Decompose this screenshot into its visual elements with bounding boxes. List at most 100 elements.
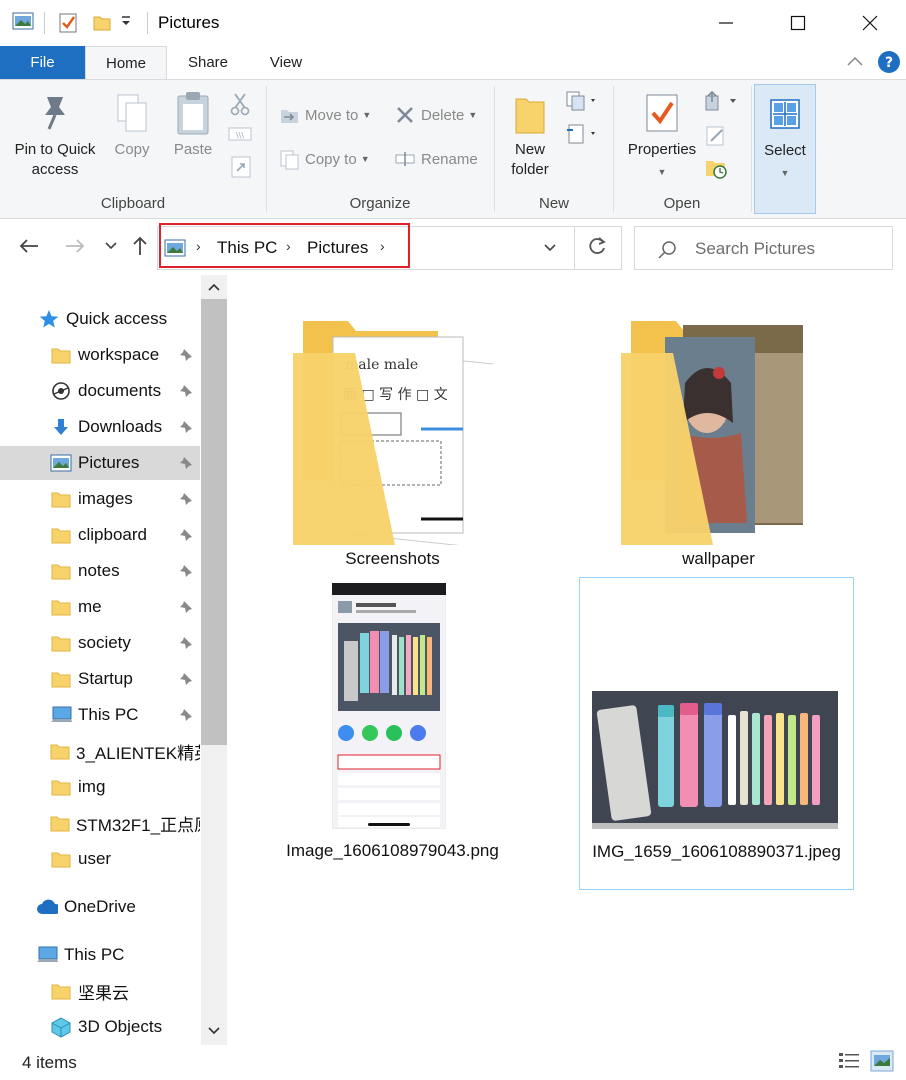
pin-icon[interactable]: [178, 671, 194, 692]
nav-item-3d-objects[interactable]: 3D Objects: [0, 1010, 200, 1044]
pin-icon[interactable]: [178, 599, 194, 620]
file-name: wallpaper: [682, 549, 755, 568]
this-pc-icon: [36, 944, 58, 966]
tab-share[interactable]: Share: [168, 46, 248, 79]
folder-icon: [50, 632, 72, 654]
nav-item-stm32f1[interactable]: STM32F1_正点原: [0, 806, 200, 840]
phone-screenshot-thumbnail: [332, 583, 446, 829]
file-item-screenshots[interactable]: male male 面 □ 写 作 □ 文 Screenshots: [255, 305, 530, 575]
nav-item-img[interactable]: img: [0, 770, 200, 804]
pin-icon[interactable]: [178, 455, 194, 476]
recent-locations-button[interactable]: [98, 233, 124, 259]
nav-item-startup[interactable]: Startup: [0, 662, 200, 696]
address-history-icon[interactable]: [543, 240, 557, 258]
help-icon[interactable]: ?: [877, 50, 901, 79]
select-button[interactable]: Select ▼: [754, 84, 816, 214]
tab-home[interactable]: Home: [85, 46, 167, 80]
nav-label: user: [78, 849, 112, 868]
properties-quick-icon[interactable]: [58, 12, 78, 39]
nav-item-images[interactable]: images: [0, 482, 200, 516]
delete-button[interactable]: Delete ▼: [393, 102, 477, 128]
copy-path-icon[interactable]: \\\: [228, 126, 252, 147]
forward-button[interactable]: [62, 233, 88, 259]
pin-icon[interactable]: [178, 491, 194, 512]
history-icon[interactable]: [704, 156, 728, 185]
nav-onedrive[interactable]: OneDrive: [0, 890, 200, 924]
nav-label: Quick access: [66, 309, 168, 328]
move-to-button[interactable]: Move to ▼: [277, 102, 371, 128]
paste-shortcut-icon[interactable]: [230, 154, 252, 183]
nav-item-jianguoyun[interactable]: 坚果云: [0, 974, 200, 1008]
minimize-button[interactable]: [690, 0, 762, 46]
pin-icon[interactable]: [178, 527, 194, 548]
pin-icon[interactable]: [178, 563, 194, 584]
large-icons-view-icon[interactable]: [870, 1050, 894, 1077]
refresh-icon[interactable]: [586, 235, 608, 263]
rename-icon: [393, 150, 417, 168]
pin-to-quick-access-button[interactable]: Pin to Quick access: [8, 86, 102, 180]
chevron-down-icon: ▼: [468, 110, 478, 120]
properties-button[interactable]: Properties ▼: [618, 86, 706, 182]
scrollbar-thumb[interactable]: [201, 299, 227, 745]
up-button[interactable]: [127, 233, 153, 259]
pin-icon[interactable]: [178, 635, 194, 656]
open-group: Properties ▼ Open: [614, 80, 750, 218]
details-view-icon[interactable]: [838, 1051, 860, 1076]
rename-button[interactable]: Rename: [393, 146, 478, 172]
folder-icon: [50, 980, 72, 1002]
nav-item-workspace[interactable]: workspace: [0, 338, 200, 372]
scroll-up-icon[interactable]: [201, 275, 227, 299]
cut-icon[interactable]: [229, 92, 251, 121]
file-item-wallpaper[interactable]: wallpaper: [581, 305, 856, 575]
nav-this-pc[interactable]: This PC: [0, 938, 200, 972]
tab-view[interactable]: View: [248, 46, 324, 79]
nav-item-notes[interactable]: notes: [0, 554, 200, 588]
organize-group: Move to ▼ Copy to ▼ Delete ▼ Rename Organiz…: [267, 80, 493, 218]
new-folder-quick-icon[interactable]: [92, 12, 112, 37]
maximize-button[interactable]: [762, 0, 834, 46]
divider: [574, 227, 575, 269]
pin-icon[interactable]: [178, 707, 194, 728]
status-bar: 4 items: [0, 1045, 906, 1080]
copy-to-button[interactable]: Copy to ▼: [277, 146, 370, 172]
nav-quick-access[interactable]: Quick access: [0, 302, 200, 336]
back-button[interactable]: [16, 233, 42, 259]
search-icon: [657, 239, 679, 266]
new-item-icon[interactable]: [565, 90, 599, 117]
nav-item-alientek[interactable]: 3_ALIENTEK精英: [0, 734, 200, 768]
nav-item-clipboard[interactable]: clipboard: [0, 518, 200, 552]
properties-label: Properties: [627, 141, 697, 158]
nav-item-documents[interactable]: documents: [0, 374, 200, 408]
tab-file[interactable]: File: [0, 46, 85, 79]
close-button[interactable]: [834, 0, 906, 46]
easy-access-icon[interactable]: [565, 122, 599, 151]
nav-item-downloads[interactable]: Downloads: [0, 410, 200, 444]
pin-icon[interactable]: [178, 347, 194, 368]
paste-button[interactable]: Paste: [164, 86, 222, 160]
organize-group-label: Organize: [349, 195, 411, 212]
search-box[interactable]: Search Pictures: [634, 226, 893, 270]
pin-icon[interactable]: [178, 383, 194, 404]
nav-scrollbar[interactable]: [201, 275, 227, 1045]
pin-icon[interactable]: [178, 419, 194, 440]
edit-icon[interactable]: [704, 124, 728, 153]
nav-item-user[interactable]: user: [0, 842, 200, 876]
scroll-down-icon[interactable]: [201, 1019, 227, 1043]
nav-item-this-pc-pinned[interactable]: This PC: [0, 698, 200, 732]
new-folder-button[interactable]: New folder: [499, 86, 561, 180]
file-item-image-jpeg[interactable]: IMG_1659_1606108890371.jpeg: [579, 577, 854, 890]
file-item-image-png[interactable]: Image_1606108979043.png: [255, 577, 530, 877]
nav-item-pictures[interactable]: Pictures: [0, 446, 200, 480]
nav-item-me[interactable]: me: [0, 590, 200, 624]
nav-label: 3D Objects: [78, 1017, 163, 1036]
collapse-ribbon-icon[interactable]: [846, 54, 864, 73]
customize-toolbar-icon[interactable]: [120, 14, 132, 33]
chevron-down-icon: [105, 242, 117, 250]
open-icon[interactable]: [704, 90, 742, 117]
documents-icon: [50, 380, 72, 402]
address-highlight-box: [159, 223, 410, 268]
nav-item-society[interactable]: society: [0, 626, 200, 660]
copy-button[interactable]: Copy: [104, 86, 160, 160]
ribbon-tabs: File Home Share View ?: [0, 46, 906, 80]
search-input[interactable]: Search Pictures: [695, 239, 815, 259]
